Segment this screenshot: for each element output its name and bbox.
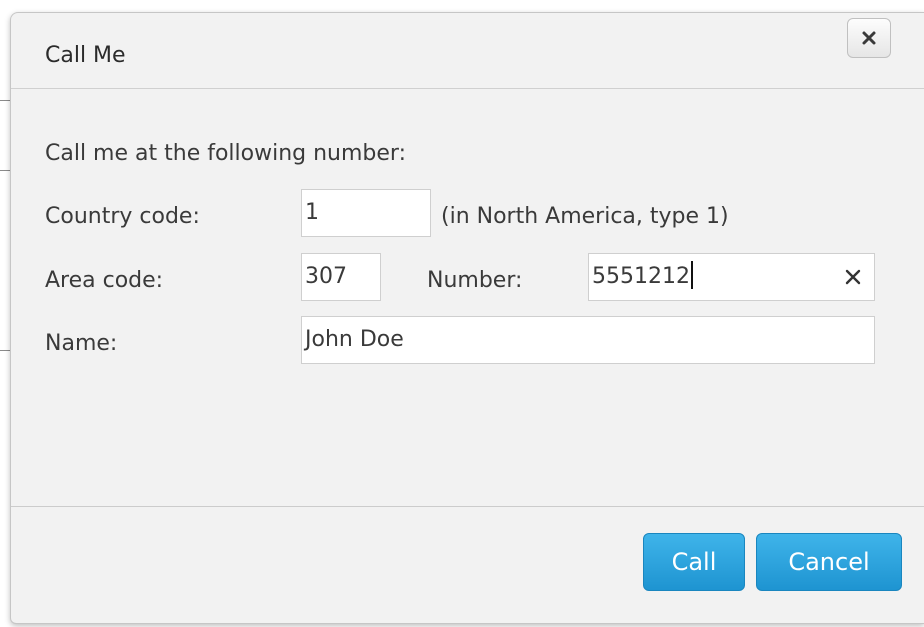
cancel-button[interactable]: Cancel [756, 533, 902, 591]
call-me-dialog: Call Me Call me at the following number:… [10, 12, 924, 624]
country-code-label: Country code: [45, 204, 200, 229]
number-input[interactable]: 5551212 [588, 253, 875, 301]
dialog-titlebar: Call Me [11, 13, 924, 89]
country-code-input[interactable]: 1 [301, 189, 431, 237]
dialog-title: Call Me [45, 43, 126, 68]
number-input-value: 5551212 [592, 264, 690, 289]
close-icon [862, 31, 876, 45]
country-code-hint: (in North America, type 1) [441, 204, 729, 229]
number-label: Number: [427, 268, 523, 293]
area-code-label: Area code: [45, 268, 164, 293]
text-caret [690, 261, 693, 289]
close-button[interactable] [847, 18, 891, 58]
call-button[interactable]: Call [643, 533, 745, 591]
clear-icon[interactable] [842, 266, 864, 288]
intro-text: Call me at the following number: [45, 141, 407, 166]
name-input[interactable]: John Doe [301, 316, 875, 364]
dialog-footer: Call Cancel [11, 506, 924, 623]
area-code-input[interactable]: 307 [301, 253, 381, 301]
name-label: Name: [45, 331, 118, 356]
